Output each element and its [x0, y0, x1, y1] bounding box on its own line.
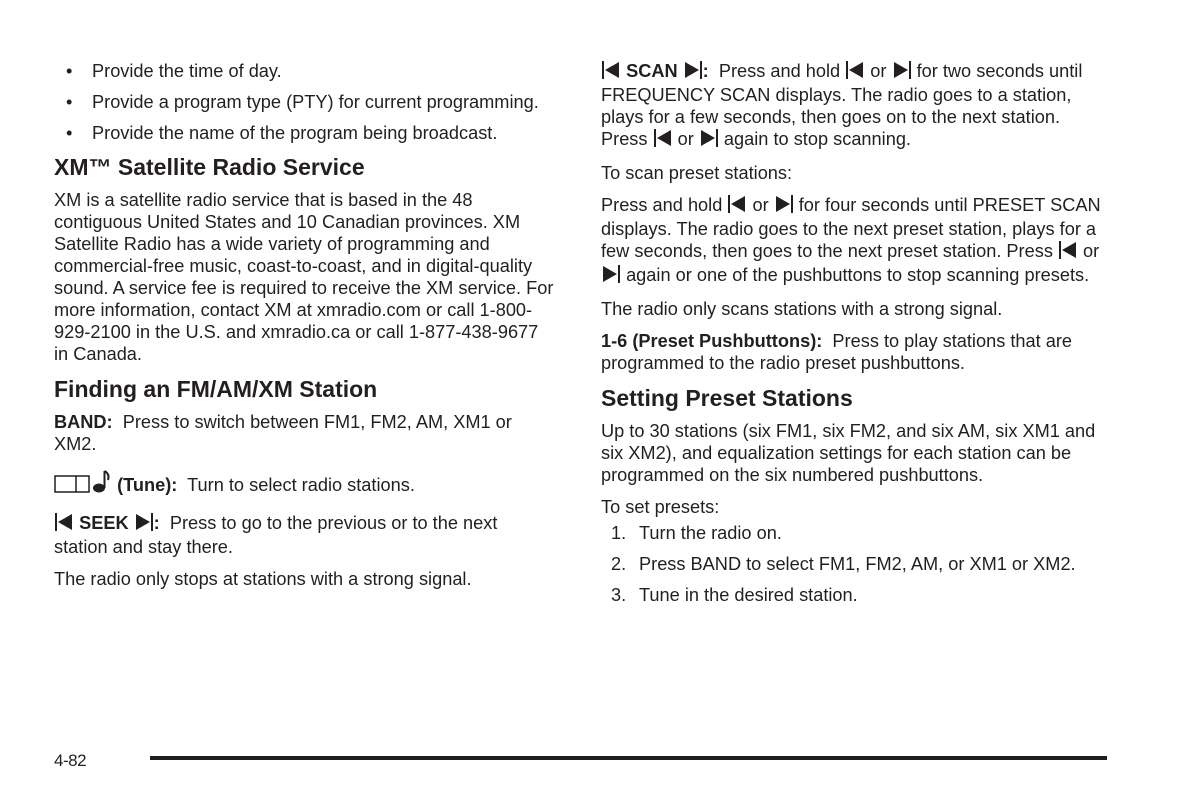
seek-back-icon: [601, 61, 621, 84]
band-paragraph: BAND: Press to switch between FM1, FM2, …: [54, 412, 512, 454]
xm-service-paragraph: XM is a satellite radio service that is …: [54, 190, 554, 364]
tune-term: (Tune):: [117, 475, 178, 495]
seek-back-icon: [653, 129, 673, 152]
setting-presets-paragraph: Up to 30 stations (six FM1, six FM2, and…: [601, 421, 1096, 485]
xm-service-heading: XM™ Satellite Radio Service: [54, 154, 365, 180]
page-number: 4-82: [54, 751, 87, 770]
setting-presets-heading: Setting Preset Stations: [601, 385, 853, 411]
pushbuttons-paragraph: 1-6 (Preset Pushbuttons): Press to play …: [601, 331, 1073, 373]
seek-note: The radio only stops at stations with a …: [54, 569, 472, 589]
seek-forward-icon: [892, 61, 912, 84]
bullet-icon: •: [66, 92, 73, 112]
set-presets-intro: To set presets:: [601, 497, 720, 517]
seek-term: SEEK: [79, 513, 129, 533]
band-term: BAND:: [54, 412, 113, 432]
tune-paragraph: (Tune): Turn to select radio stations.: [54, 469, 554, 498]
seek-back-icon: [727, 195, 747, 218]
scan-term: SCAN: [626, 61, 678, 81]
step-item: 1. Turn the radio on.: [611, 523, 782, 543]
seek-back-icon: [845, 61, 865, 84]
pushbuttons-term: 1-6 (Preset Pushbuttons):: [601, 331, 823, 351]
scan-paragraph: SCAN : Press and hold or for two seconds…: [601, 60, 1106, 152]
step-item: 3. Tune in the desired station.: [611, 585, 858, 605]
bullet-item: • Provide a program type (PTY) for curren…: [66, 92, 539, 112]
seek-forward-icon: [774, 195, 794, 218]
finding-station-heading: Finding an FM/AM/XM Station: [54, 376, 378, 402]
seek-paragraph: SEEK : Press to go to the previous or to…: [54, 513, 498, 557]
preset-steps-list: 1. Turn the radio on. 2. Press BAND to sel…: [601, 522, 1106, 606]
preset-scan-paragraph: Press and hold or for four seconds until…: [601, 194, 1106, 288]
seek-forward-icon: [683, 61, 703, 84]
bullet-icon: •: [66, 123, 73, 143]
seek-forward-icon: [134, 513, 154, 536]
bullet-icon: •: [66, 61, 73, 81]
scan-note: The radio only scans stations with a str…: [601, 299, 1003, 319]
tune-knob-icon: [54, 475, 92, 498]
music-note-icon: [92, 469, 112, 498]
right-column: SCAN : Press and hold or for two seconds…: [601, 60, 1106, 615]
bullet-item: • Provide the time of day.: [66, 61, 282, 81]
scan-preset-intro: To scan preset stations:: [601, 163, 793, 183]
seek-forward-icon: [601, 265, 621, 288]
feature-bullet-list: • Provide the time of day. • Provide a pro…: [54, 60, 554, 144]
footer-divider: [150, 756, 1107, 760]
bullet-item: • Provide the name of the program being b…: [66, 123, 498, 143]
seek-forward-icon: [699, 129, 719, 152]
left-column: • Provide the time of day. • Provide a pro…: [54, 60, 554, 600]
seek-back-icon: [54, 513, 74, 536]
step-item: 2. Press BAND to select FM1, FM2, AM, or …: [611, 554, 1076, 574]
seek-back-icon: [1058, 241, 1078, 264]
